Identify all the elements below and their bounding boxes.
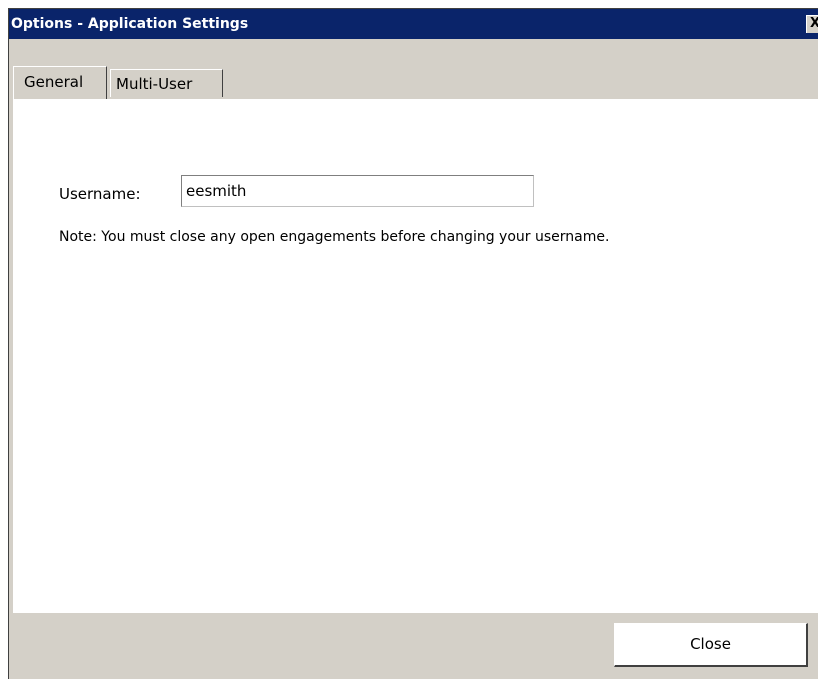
username-input[interactable]: [181, 175, 534, 207]
username-label: Username:: [59, 185, 141, 203]
username-note: Note: You must close any open engagement…: [59, 229, 610, 245]
close-window-icon[interactable]: X: [806, 15, 818, 33]
tab-general[interactable]: General: [13, 66, 107, 99]
general-tab-panel: Username: Note: You must close any open …: [13, 99, 818, 613]
tab-strip: General Multi-User: [13, 66, 818, 99]
close-button[interactable]: Close: [614, 623, 808, 667]
tab-multi-user[interactable]: Multi-User: [110, 69, 223, 97]
window-title: Options - Application Settings: [11, 16, 249, 32]
options-dialog: Options - Application Settings X General…: [8, 8, 818, 679]
title-bar: Options - Application Settings X: [9, 9, 818, 39]
